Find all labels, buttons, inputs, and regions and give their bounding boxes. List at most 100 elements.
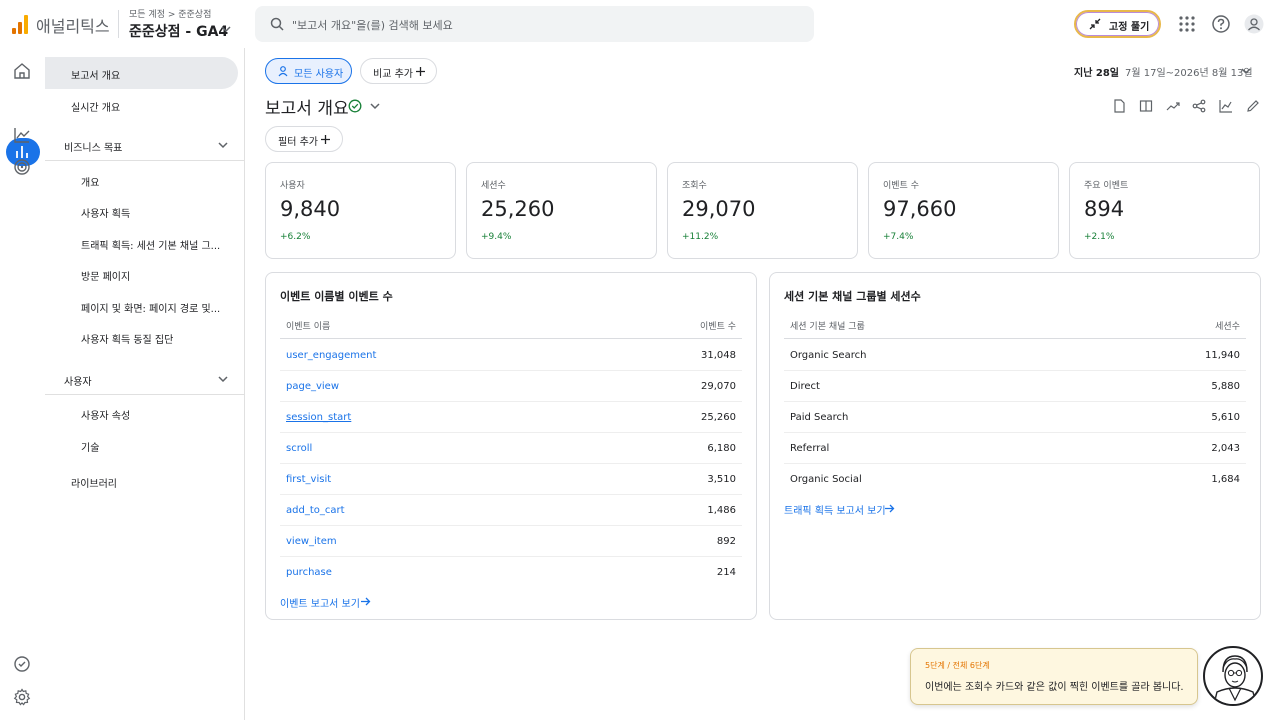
table-row[interactable]: scroll 6,180 xyxy=(280,433,742,464)
nav-item-tech[interactable]: 기술 xyxy=(81,439,99,454)
chevron-down-icon[interactable] xyxy=(1240,65,1252,77)
view-events-report-link[interactable]: 이벤트 보고서 보기 xyxy=(280,595,380,610)
help-icon[interactable] xyxy=(1211,14,1231,34)
kpi-label: 이벤트 수 xyxy=(883,181,919,191)
table-row[interactable]: session_start 25,260 xyxy=(280,402,742,433)
table-row[interactable]: user_engagement 31,048 xyxy=(280,340,742,371)
nav-section-user[interactable]: 사용자 xyxy=(45,363,245,395)
channel-name: Paid Search xyxy=(790,412,849,423)
check-circle-icon xyxy=(348,99,362,113)
nav-item-landing-page[interactable]: 방문 페이지 xyxy=(81,268,130,283)
plus-icon xyxy=(321,135,330,144)
session-count: 1,684 xyxy=(1211,474,1240,485)
add-comparison-label: 비교 추가 xyxy=(373,69,413,80)
chevron-down-icon[interactable] xyxy=(369,100,381,112)
nav-item-realtime-overview[interactable]: 실시간 개요 xyxy=(71,99,120,114)
event-name[interactable]: scroll xyxy=(286,443,312,454)
column-header[interactable]: 이벤트 수 xyxy=(700,319,736,332)
kpi-card-sessions[interactable]: 세션수 25,260 +9.4% xyxy=(466,162,657,259)
add-comparison-button[interactable]: 비교 추가 xyxy=(360,58,437,84)
table-row[interactable]: first_visit 3,510 xyxy=(280,464,742,495)
kpi-card-event-count[interactable]: 이벤트 수 97,660 +7.4% xyxy=(868,162,1059,259)
table-row[interactable]: view_item 892 xyxy=(280,526,742,557)
insights-icon[interactable] xyxy=(13,655,31,673)
header-divider xyxy=(118,10,119,38)
kpi-card-key-events[interactable]: 주요 이벤트 894 +2.1% xyxy=(1069,162,1260,259)
kpi-card-views[interactable]: 조회수 29,070 +11.2% xyxy=(667,162,858,259)
nav-item-overview[interactable]: 개요 xyxy=(81,174,99,189)
document-icon[interactable] xyxy=(1112,99,1126,113)
nav-item-traffic-acquisition[interactable]: 트래픽 획득: 세션 기본 채널 그... xyxy=(81,237,220,252)
session-count: 5,880 xyxy=(1211,381,1240,392)
nav-item-library[interactable]: 라이브러리 xyxy=(71,475,117,490)
table-row[interactable]: purchase 214 xyxy=(280,557,742,588)
advertising-icon[interactable] xyxy=(13,158,31,176)
edit-pencil-icon[interactable] xyxy=(1246,99,1260,113)
nav-item-report-overview[interactable]: 보고서 개요 xyxy=(71,67,120,82)
chevron-down-icon xyxy=(221,26,231,33)
settings-icon[interactable] xyxy=(13,688,31,706)
all-users-chip[interactable]: 모든 사용자 xyxy=(265,58,352,84)
left-rail xyxy=(0,48,45,720)
analytics-logo[interactable] xyxy=(12,14,32,34)
add-filter-button[interactable]: 필터 추가 xyxy=(265,126,343,152)
column-header[interactable]: 세션수 xyxy=(1215,319,1240,332)
account-avatar-icon[interactable] xyxy=(1244,14,1264,34)
explore-icon[interactable] xyxy=(13,126,31,144)
table-row[interactable]: add_to_cart 1,486 xyxy=(280,495,742,526)
event-count: 1,486 xyxy=(707,505,736,516)
insights-chart-icon[interactable] xyxy=(1219,99,1233,113)
channel-name: Organic Search xyxy=(790,350,867,361)
page-title: 보고서 개요 xyxy=(265,99,349,119)
table-row[interactable]: Direct 5,880 xyxy=(784,371,1246,402)
account-breadcrumb[interactable]: 모든 계정 > 준준상점 xyxy=(129,7,211,20)
event-name[interactable]: add_to_cart xyxy=(286,505,345,516)
link-label: 트래픽 획득 보고서 보기 xyxy=(784,506,886,517)
event-name[interactable]: user_engagement xyxy=(286,350,376,361)
nav-item-acquisition-cohort[interactable]: 사용자 획득 동질 집단 xyxy=(81,331,173,346)
nav-section-business-goals[interactable]: 비즈니스 목표 xyxy=(45,129,245,161)
kpi-delta: +7.4% xyxy=(883,232,914,242)
event-name[interactable]: first_visit xyxy=(286,474,331,485)
kpi-value: 29,070 xyxy=(682,197,756,221)
event-name[interactable]: view_item xyxy=(286,536,337,547)
date-range-selector[interactable]: 지난 28일 7월 17일~2026년 8월 13일 xyxy=(1074,64,1253,79)
table-row[interactable]: page_view 29,070 xyxy=(280,371,742,402)
kpi-label: 주요 이벤트 xyxy=(1084,181,1129,191)
kpi-value: 97,660 xyxy=(883,197,957,221)
all-users-label: 모든 사용자 xyxy=(294,69,344,80)
arrow-right-icon xyxy=(885,504,895,513)
app-name: 애널리틱스 xyxy=(36,17,110,36)
nav-item-user-attributes[interactable]: 사용자 속성 xyxy=(81,407,130,422)
nav-item-pages-screens[interactable]: 페이지 및 화면: 페이지 경로 및... xyxy=(81,300,220,315)
session-count: 11,940 xyxy=(1205,350,1240,361)
column-header[interactable]: 세션 기본 채널 그룹 xyxy=(790,319,865,332)
kpi-card-users[interactable]: 사용자 9,840 +6.2% xyxy=(265,162,456,259)
tutorial-tooltip: 5단계 / 전체 6단계 이번에는 조회수 카드와 같은 값이 찍힌 이벤트를 … xyxy=(910,648,1198,705)
home-icon[interactable] xyxy=(13,62,31,80)
event-name[interactable]: session_start xyxy=(286,412,351,423)
event-count: 25,260 xyxy=(701,412,736,423)
events-by-name-card: 이벤트 이름별 이벤트 수 이벤트 이름 이벤트 수 user_engageme… xyxy=(265,272,757,620)
search-input[interactable]: "보고서 개요"을(를) 검색해 보세요 xyxy=(255,6,814,42)
compare-columns-icon[interactable] xyxy=(1139,99,1153,113)
kpi-delta: +6.2% xyxy=(280,232,311,242)
unpin-button[interactable]: 고정 풀기 xyxy=(1074,10,1161,38)
table-row[interactable]: Referral 2,043 xyxy=(784,433,1246,464)
kpi-delta: +9.4% xyxy=(481,232,512,242)
sessions-by-channel-card: 세션 기본 채널 그룹별 세션수 세션 기본 채널 그룹 세션수 Organic… xyxy=(769,272,1261,620)
trend-icon[interactable] xyxy=(1166,99,1180,113)
channel-name: Referral xyxy=(790,443,830,454)
view-traffic-report-link[interactable]: 트래픽 획득 보고서 보기 xyxy=(784,502,904,517)
event-name[interactable]: purchase xyxy=(286,567,332,578)
table-row[interactable]: Paid Search 5,610 xyxy=(784,402,1246,433)
column-header[interactable]: 이벤트 이름 xyxy=(286,319,330,332)
table-row[interactable]: Organic Social 1,684 xyxy=(784,464,1246,495)
apps-grid-icon[interactable] xyxy=(1177,14,1197,34)
reports-nav: 보고서 개요 실시간 개요 비즈니스 목표 개요 사용자 획득 트래픽 획득: … xyxy=(45,48,245,720)
event-name[interactable]: page_view xyxy=(286,381,339,392)
table-row[interactable]: Organic Search 11,940 xyxy=(784,340,1246,371)
property-selector[interactable]: 준준상점 - GA4 xyxy=(129,21,231,41)
nav-item-user-acquisition[interactable]: 사용자 획득 xyxy=(81,205,130,220)
share-icon[interactable] xyxy=(1192,99,1206,113)
